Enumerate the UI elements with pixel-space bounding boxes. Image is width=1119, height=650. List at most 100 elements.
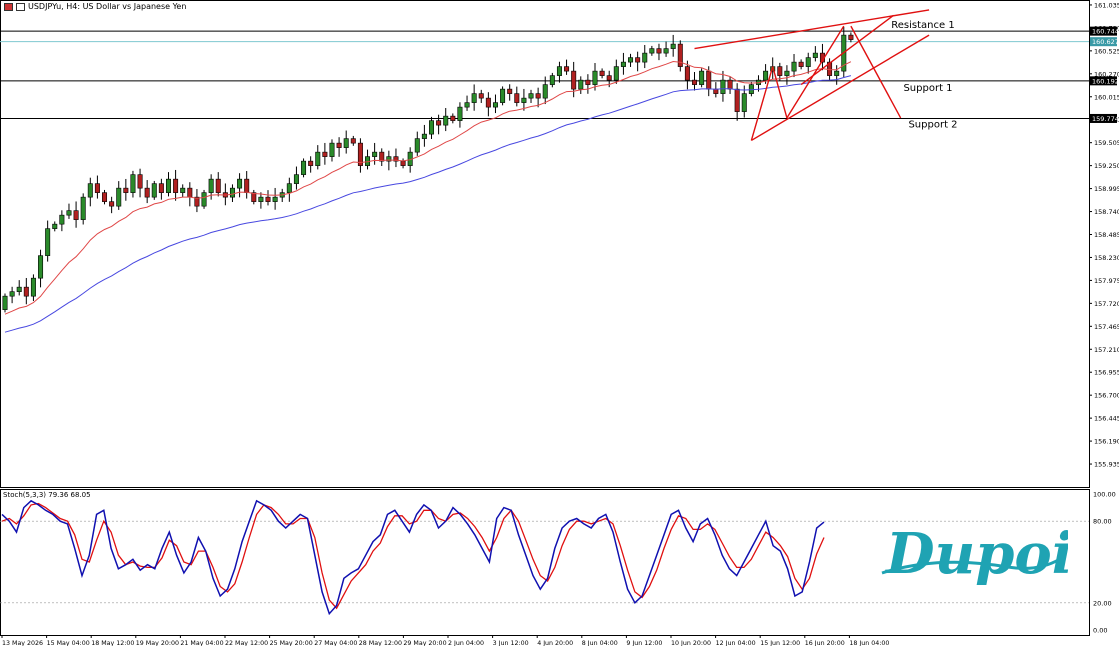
y-axis-tick-label: 156.700: [1094, 392, 1119, 400]
y-axis-tick-label: 158.485: [1094, 231, 1119, 239]
x-axis-tick-label: 27 May 04:00: [314, 640, 357, 646]
candle-body: [706, 70, 712, 90]
symbol-flag-icon: [16, 2, 25, 11]
candle-body: [763, 70, 769, 81]
candle-body: [2, 295, 8, 310]
stochastic-level-label: 80.00: [1093, 518, 1112, 526]
support-2-label: Support 2: [908, 119, 957, 130]
y-axis-tick-label: 157.465: [1094, 323, 1119, 331]
candle-body: [656, 48, 662, 54]
candle-body: [720, 79, 726, 94]
candle-body: [59, 214, 65, 225]
candle-body: [237, 178, 243, 189]
y-axis-tick-label: 158.230: [1094, 254, 1119, 262]
candle-body: [94, 183, 100, 193]
candle-body: [464, 102, 470, 108]
x-axis-tick-label: 13 May 2026: [2, 640, 43, 646]
candle-body: [272, 196, 278, 202]
candle-body: [45, 228, 51, 256]
candle-body: [748, 84, 754, 94]
candle-body: [158, 183, 164, 193]
candle-body: [812, 52, 818, 58]
y-axis-tick-label: 155.935: [1094, 461, 1119, 469]
x-axis-tick-label: 2 Jun 04:00: [448, 640, 484, 646]
chart-title-bar: USDJPYu, H4: US Dollar vs Japanese Yen: [4, 2, 186, 11]
candle-body: [201, 192, 207, 207]
candle-body: [471, 93, 477, 103]
x-axis-tick-label: 29 May 20:00: [403, 640, 446, 646]
candle-body: [301, 160, 307, 175]
candle-body: [123, 187, 129, 193]
candle-body: [116, 187, 122, 207]
candle-body: [137, 174, 143, 189]
stochastic-main-line: [1, 499, 825, 616]
candle-body: [635, 57, 641, 63]
candle-body: [564, 66, 570, 72]
candle-body: [528, 93, 534, 99]
candle-body: [713, 88, 719, 94]
y-axis-tick-label: 156.445: [1094, 415, 1119, 423]
y-axis-tick-label: 161.035: [1094, 1, 1119, 9]
candle-body: [727, 79, 733, 90]
candle-body: [507, 88, 513, 94]
x-axis-tick-label: 15 Jun 12:00: [760, 640, 800, 646]
candle-body: [521, 97, 527, 103]
candle-body: [258, 196, 264, 202]
candle-body: [400, 160, 406, 166]
candle-body: [485, 97, 491, 108]
candle-body: [414, 138, 420, 153]
candle-body: [606, 75, 612, 81]
x-axis-tick-label: 16 Jun 20:00: [805, 640, 845, 646]
candle-body: [571, 70, 577, 90]
candle-body: [741, 93, 747, 112]
candle-body: [699, 70, 705, 85]
x-axis-tick-label: 28 May 12:00: [359, 640, 402, 646]
candle-body: [457, 106, 463, 121]
candle-body: [478, 93, 484, 99]
candle-body: [80, 196, 86, 220]
y-axis-tick-label: 157.720: [1094, 300, 1119, 308]
candle-body: [187, 187, 193, 198]
y-axis-tick-label: 160.015: [1094, 93, 1119, 101]
candle-body: [848, 34, 854, 40]
candle-body: [542, 84, 548, 99]
current-price-tag-text: 160.627: [1092, 38, 1119, 46]
candle-body: [109, 201, 115, 207]
y-axis-tick-label: 157.210: [1094, 346, 1119, 354]
candle-body: [805, 57, 811, 67]
candle-body: [578, 79, 584, 90]
candle-body: [372, 151, 378, 157]
resistance-price-tag-text: 160.744: [1092, 28, 1119, 36]
stochastic-level-label: 20.00: [1093, 599, 1112, 607]
candle-body: [315, 151, 321, 166]
candle-body: [336, 142, 342, 148]
candle-body: [66, 210, 72, 216]
x-axis-tick-label: 4 Jun 20:00: [537, 640, 573, 646]
candle-body: [443, 115, 449, 126]
candle-body: [834, 70, 840, 76]
candle-body: [777, 66, 783, 76]
candle-body: [208, 178, 214, 193]
candle-body: [23, 286, 29, 297]
candle-body: [229, 187, 235, 198]
candle-body: [293, 174, 299, 184]
candle-body: [130, 174, 136, 193]
candle-body: [329, 142, 335, 157]
x-axis-tick-label: 18 May 12:00: [91, 640, 134, 646]
candle-body: [244, 178, 250, 193]
candle-body: [670, 43, 676, 49]
candle-body: [791, 61, 797, 72]
candle-body: [215, 178, 221, 193]
candle-body: [613, 66, 619, 81]
y-axis-tick-label: 159.250: [1094, 162, 1119, 170]
candle-body: [9, 291, 15, 297]
candle-body: [151, 183, 157, 198]
candle-body: [592, 70, 598, 85]
candle-body: [52, 223, 58, 229]
symbol-flag-icon: [4, 2, 13, 11]
y-axis-tick-label: 158.995: [1094, 185, 1119, 193]
y-axis-tick-label: 158.740: [1094, 208, 1119, 216]
support-1-price-tag-text: 160.192: [1092, 77, 1119, 85]
candle-body: [350, 138, 356, 144]
y-axis-tick-label: 159.505: [1094, 139, 1119, 147]
